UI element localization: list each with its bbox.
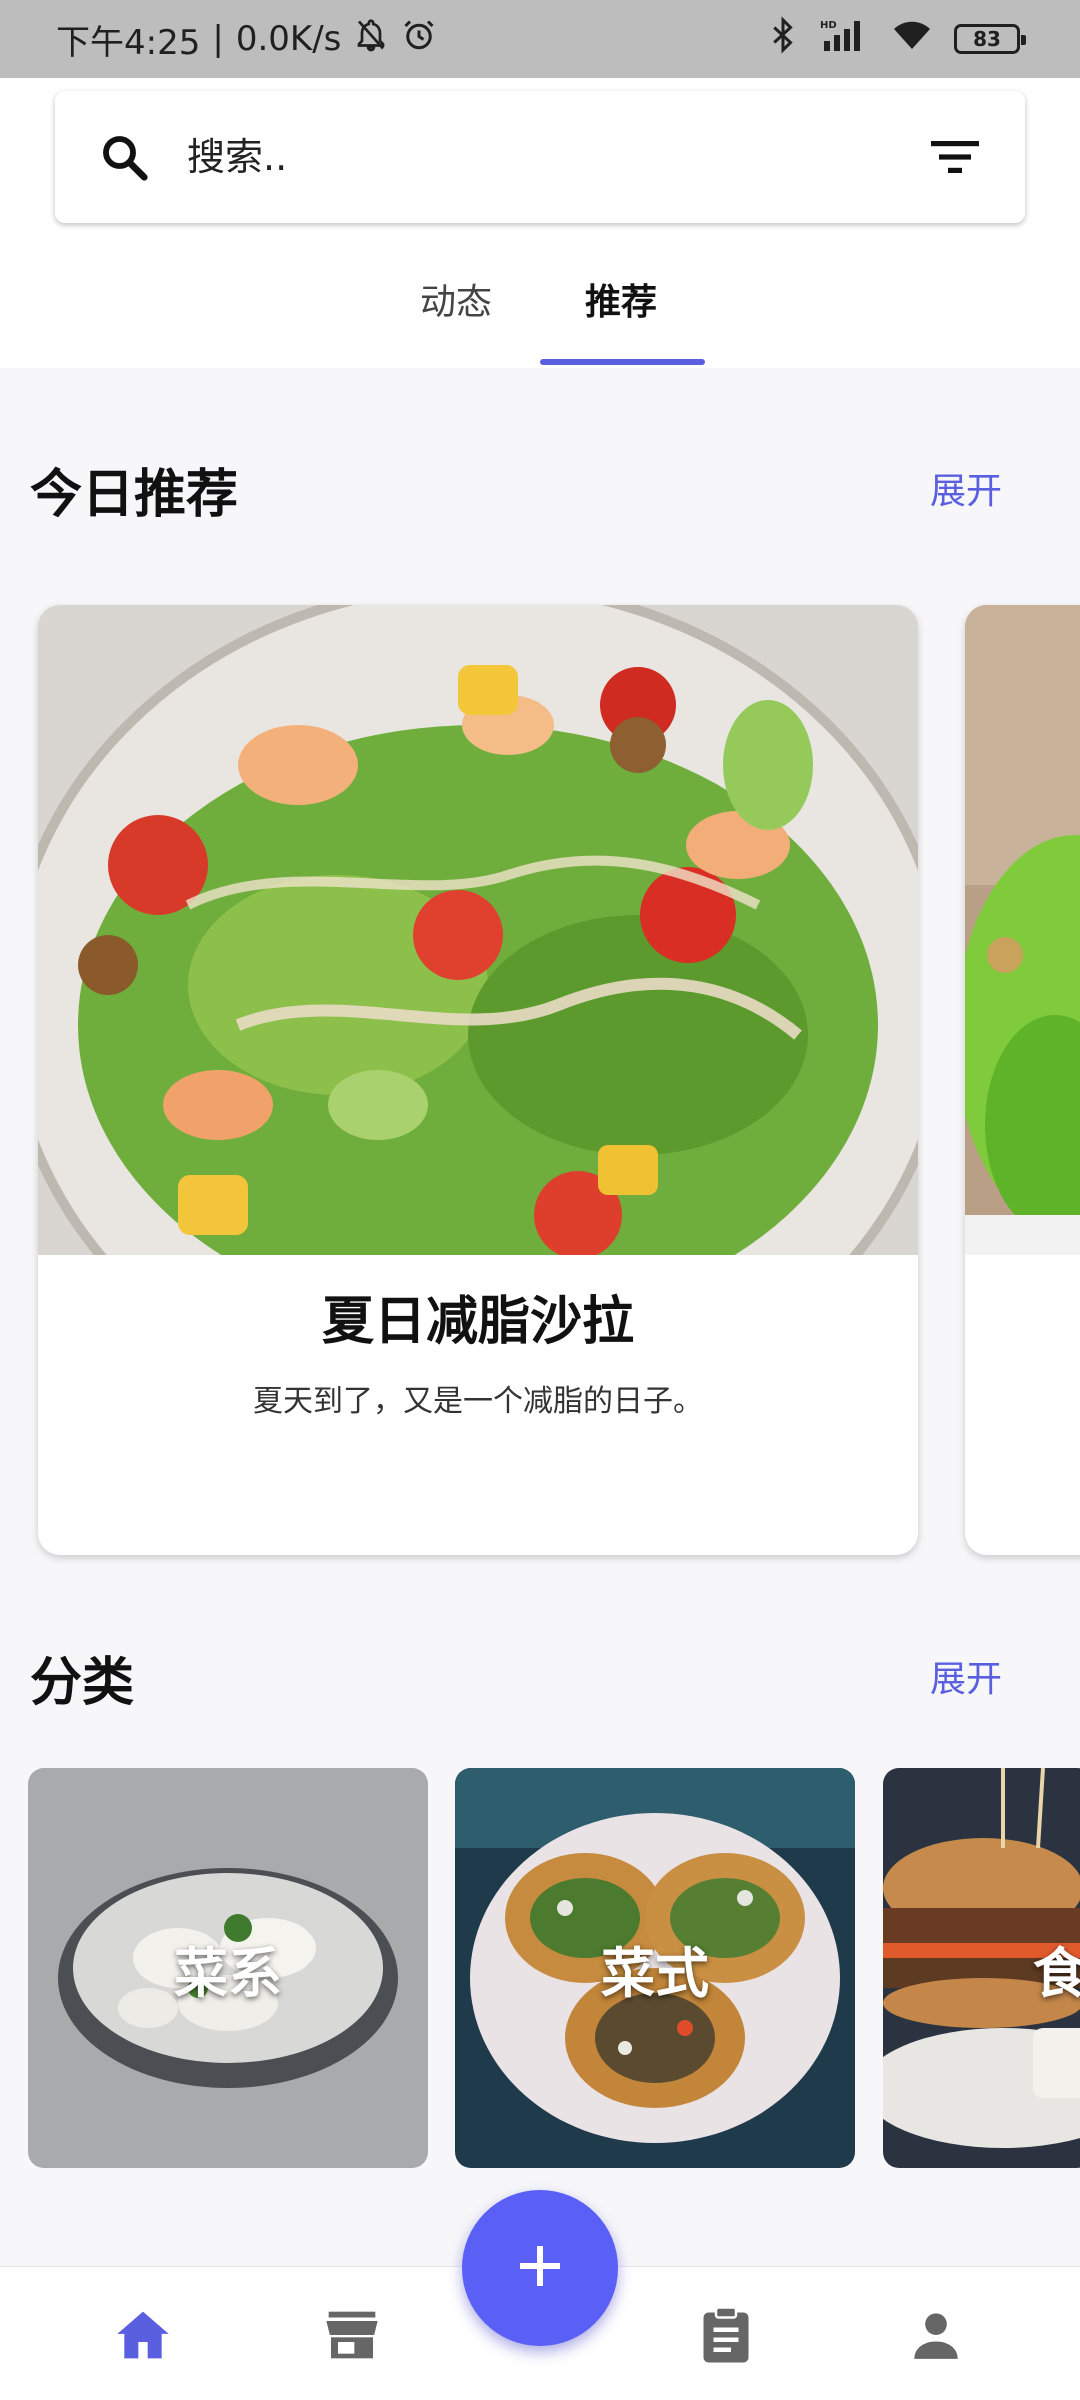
search-bar[interactable] [55,91,1025,223]
bell-off-icon [353,17,389,62]
tab-recommend[interactable]: 推荐 [585,273,657,325]
add-icon [516,2242,564,2294]
add-button[interactable] [462,2190,618,2346]
tab-indicator [540,359,705,365]
filter-icon[interactable] [925,127,985,187]
alarm-icon [401,17,437,62]
category-tile-food[interactable]: 食 [883,1768,1080,2168]
recommend-card-title: 夏日减脂沙拉 [321,1292,634,1352]
status-separator: | [212,19,224,59]
recommend-card-description: 夏天到了，又是一个减脂的日子。 [253,1384,703,1419]
today-section-title: 今日推荐 [30,465,239,525]
next-card-image [965,605,1080,1255]
salad-image [38,605,918,1255]
wifi-icon [892,19,932,60]
search-icon[interactable] [93,126,155,188]
status-bar: 下午4:25 | 0.0K/s HD 83 [0,0,1080,78]
svg-text:HD: HD [820,20,837,31]
network-speed: 0.0K/s [235,19,342,59]
recommend-card[interactable]: 夏日减脂沙拉 夏天到了，又是一个减脂的日子。 [38,605,918,1555]
tab-dynamic[interactable]: 动态 [420,273,492,325]
home-icon[interactable] [113,2305,173,2365]
bluetooth-icon [768,15,798,63]
category-label: 食 [1033,1941,1080,2005]
category-section-title: 分类 [30,1653,135,1713]
store-icon[interactable] [322,2305,382,2365]
status-left: 下午4:25 | 0.0K/s [56,15,437,64]
search-area [0,78,1080,233]
clipboard-icon[interactable] [696,2305,756,2365]
category-label: 菜系 [174,1941,282,2005]
category-tile-cuisine[interactable]: 菜系 [28,1768,428,2168]
recommend-card-next[interactable] [965,605,1080,1555]
battery-icon: 83 [954,24,1026,54]
category-tile-dish-type[interactable]: 菜式 [455,1768,855,2168]
status-time: 下午4:25 [56,22,201,63]
tab-bar: 动态 推荐 [0,233,1080,368]
search-input[interactable] [187,135,925,179]
category-expand-link[interactable]: 展开 [930,1650,1002,1702]
today-expand-link[interactable]: 展开 [930,462,1002,514]
signal-icon: HD [820,17,870,62]
status-right: HD 83 [768,15,1026,63]
person-icon[interactable] [906,2305,966,2365]
category-label: 菜式 [601,1941,709,2005]
